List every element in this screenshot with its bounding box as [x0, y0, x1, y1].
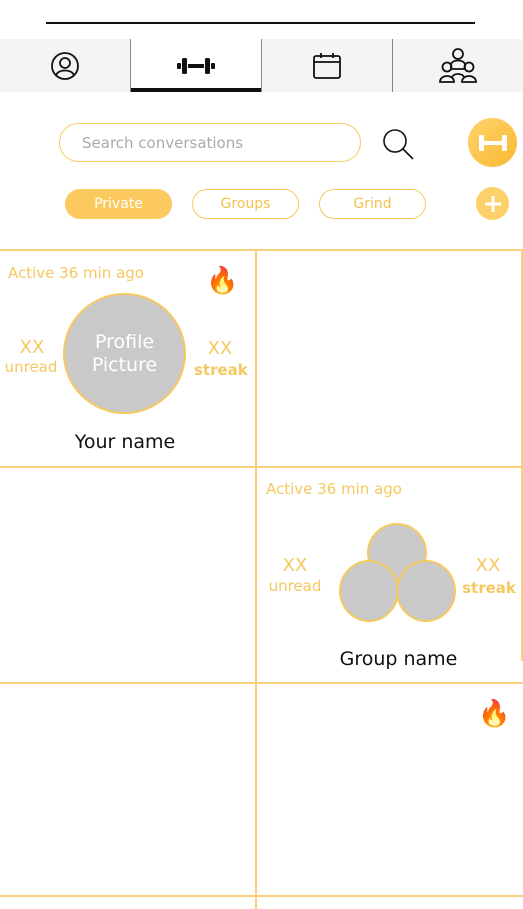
search-input[interactable]: [59, 123, 361, 162]
contact-name: Your name: [74, 431, 176, 453]
group-icon: [439, 47, 477, 83]
top-nav: [0, 39, 523, 92]
dumbbell-icon: [177, 57, 215, 74]
picture-label: Profile: [94, 330, 155, 353]
group-avatar: [339, 560, 399, 622]
fire-icon: 🔥: [478, 698, 511, 728]
tab-community[interactable]: [392, 39, 523, 92]
empty-card: [0, 467, 255, 682]
user-circle-icon: [51, 51, 79, 80]
unread-label: unread: [268, 577, 322, 595]
streak-label: streak: [194, 361, 248, 379]
add-button[interactable]: [476, 187, 509, 220]
search-icon: [383, 129, 414, 160]
filter-groups[interactable]: Groups: [192, 189, 299, 219]
filter-grind[interactable]: Grind: [319, 189, 426, 219]
calendar-icon: [313, 52, 341, 79]
filter-private[interactable]: Private: [65, 189, 172, 219]
dumbbell-icon: [478, 134, 507, 151]
group-chat-card[interactable]: Active 36 min ago XX unread XX streak Gr…: [256, 467, 521, 682]
fire-icon: 🔥: [206, 265, 239, 295]
active-status: Active 36 min ago: [8, 264, 144, 282]
group-name: Group name: [339, 648, 458, 670]
grid-divider: [0, 895, 523, 897]
workout-button[interactable]: [468, 118, 517, 167]
streak-count: XX: [207, 338, 233, 359]
empty-card: [0, 683, 255, 895]
streak-label: streak: [462, 579, 516, 597]
picture-label: Picture: [91, 353, 158, 376]
private-chat-card[interactable]: Active 36 min ago 🔥 XX unread Profile Pic…: [0, 249, 255, 466]
empty-card: [256, 249, 521, 466]
profile-picture: Profile Picture: [63, 293, 186, 414]
unread-count: XX: [19, 337, 45, 358]
tab-workout[interactable]: [130, 39, 261, 92]
conversation-grid: Active 36 min ago 🔥 XX unread Profile Pic…: [0, 249, 523, 909]
group-avatar: [396, 560, 456, 622]
unread-count: XX: [282, 555, 308, 576]
grid-divider: [521, 249, 523, 661]
plus-icon: [484, 195, 501, 212]
tab-calendar[interactable]: [261, 39, 392, 92]
streak-count: XX: [475, 555, 501, 576]
top-divider: [46, 22, 475, 24]
chat-card[interactable]: 🔥: [256, 683, 521, 895]
tab-profile[interactable]: [0, 39, 130, 92]
search-button[interactable]: [380, 126, 416, 162]
unread-label: unread: [4, 358, 58, 376]
active-status: Active 36 min ago: [266, 480, 402, 498]
